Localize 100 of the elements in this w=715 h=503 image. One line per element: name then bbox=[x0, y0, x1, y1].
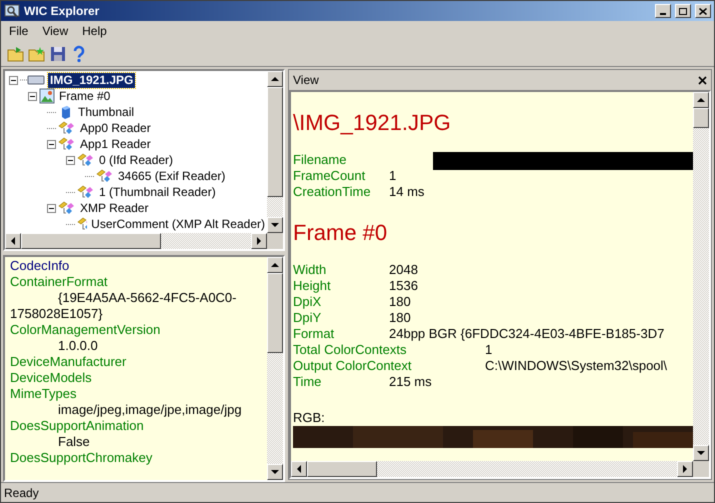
menu-item[interactable]: Help bbox=[76, 22, 113, 40]
property-name: Width bbox=[293, 262, 328, 278]
menu-item[interactable]: View bbox=[36, 22, 74, 40]
magnifier-icon bbox=[4, 3, 20, 19]
scroll-thumb[interactable] bbox=[307, 461, 377, 477]
scroll-button[interactable] bbox=[267, 257, 283, 273]
property-name: ContainerFormat bbox=[10, 274, 109, 290]
scroll-button[interactable] bbox=[267, 71, 283, 87]
expander-toggle[interactable] bbox=[47, 140, 56, 148]
left-arrow-icon bbox=[9, 236, 17, 246]
tree-item[interactable]: XMP Reader bbox=[78, 200, 150, 216]
property-name: DeviceManufacturer bbox=[10, 354, 128, 370]
tree-item[interactable]: 34665 (Exif Reader) bbox=[116, 168, 228, 184]
up-arrow-icon bbox=[270, 75, 280, 83]
minus-icon bbox=[11, 78, 16, 82]
tree-item[interactable]: Frame #0 bbox=[57, 88, 112, 104]
expander-toggle[interactable] bbox=[47, 204, 56, 212]
reader-icon bbox=[77, 152, 95, 168]
property-name: FrameCount bbox=[293, 168, 366, 184]
property-name: DoesSupportAnimation bbox=[10, 418, 145, 434]
property-value: 2048 bbox=[389, 262, 418, 278]
reader-icon bbox=[58, 120, 76, 136]
property-value: 215 ms bbox=[389, 374, 432, 390]
section-heading: \IMG_1921.JPG bbox=[293, 110, 452, 136]
scroll-thumb[interactable] bbox=[267, 87, 283, 197]
minus-icon bbox=[30, 94, 35, 98]
scroll-button[interactable] bbox=[5, 233, 21, 249]
property-value: 1 bbox=[485, 342, 492, 358]
right-arrow-icon bbox=[681, 464, 689, 474]
property-name: ColorManagementVersion bbox=[10, 322, 162, 338]
scroll-button[interactable] bbox=[677, 461, 693, 477]
image-label: RGB: bbox=[293, 410, 326, 426]
property-value: 1 bbox=[389, 168, 396, 184]
reader-icon bbox=[58, 136, 76, 152]
property-value: 180 bbox=[389, 310, 411, 326]
property-name: Height bbox=[293, 278, 332, 294]
property-value: 14 ms bbox=[389, 184, 424, 200]
tree-item[interactable]: App1 Reader bbox=[78, 136, 153, 152]
property-name: Total ColorContexts bbox=[293, 342, 408, 358]
down-arrow-icon bbox=[696, 449, 706, 457]
down-arrow-icon bbox=[270, 221, 280, 229]
property-name: DpiX bbox=[293, 294, 322, 310]
tree-item[interactable]: Thumbnail bbox=[76, 104, 136, 120]
menu-item[interactable]: File bbox=[3, 22, 34, 40]
property-name: DoesSupportChromakey bbox=[10, 450, 154, 466]
expander-toggle[interactable] bbox=[66, 156, 75, 164]
minus-icon bbox=[49, 142, 54, 146]
property-value: 180 bbox=[389, 294, 411, 310]
up-arrow-icon bbox=[270, 261, 280, 269]
scroll-button[interactable] bbox=[267, 464, 283, 480]
scroll-thumb[interactable] bbox=[21, 233, 161, 249]
right-arrow-icon bbox=[255, 236, 263, 246]
folder-star-icon[interactable] bbox=[28, 44, 46, 62]
section-heading: Frame #0 bbox=[293, 220, 388, 246]
drive-icon bbox=[20, 73, 46, 87]
down-arrow-icon bbox=[270, 468, 280, 476]
property-name: CreationTime bbox=[293, 184, 372, 200]
tree-item[interactable]: UserComment (XMP Alt Reader) bbox=[89, 216, 267, 232]
property-name: DpiY bbox=[293, 310, 322, 326]
scroll-button[interactable] bbox=[267, 217, 283, 233]
expander-toggle[interactable] bbox=[9, 76, 18, 84]
property-name: Output ColorContext bbox=[293, 358, 413, 374]
property-value: 1536 bbox=[389, 278, 418, 294]
minus-icon bbox=[49, 206, 54, 210]
reader-icon bbox=[96, 168, 114, 184]
property-value: image/jpeg,image/jpe,image/jpg bbox=[57, 402, 243, 418]
property-name: Format bbox=[293, 326, 336, 342]
category-heading: CodecInfo bbox=[10, 258, 70, 274]
scroll-button[interactable] bbox=[693, 445, 709, 461]
tree-item[interactable]: IMG_1921.JPG bbox=[48, 72, 136, 88]
panel-title: View bbox=[293, 72, 320, 89]
property-name: MimeTypes bbox=[10, 386, 78, 402]
property-name: DeviceModels bbox=[10, 370, 93, 386]
scrollbar-corner bbox=[693, 461, 709, 477]
expander-toggle[interactable] bbox=[28, 92, 37, 100]
tree-item[interactable]: 1 (Thumbnail Reader) bbox=[97, 184, 218, 200]
close-icon bbox=[699, 8, 707, 14]
property-value: C:\WINDOWS\System32\spool\ bbox=[485, 358, 668, 374]
scrollbar-corner bbox=[267, 233, 283, 249]
scroll-button[interactable] bbox=[693, 92, 709, 108]
property-value: 1.0.0.0 bbox=[57, 338, 99, 354]
property-value: 24bpp BGR {6FDDC324-4E03-4BFE-B185-3D7 bbox=[389, 326, 664, 342]
maximize-button[interactable] bbox=[675, 4, 691, 18]
scroll-thumb[interactable] bbox=[267, 273, 283, 353]
left-arrow-icon bbox=[295, 464, 303, 474]
window-title: WIC Explorer bbox=[24, 3, 100, 20]
scroll-thumb[interactable] bbox=[693, 108, 709, 128]
property-value: False bbox=[57, 434, 91, 450]
tree-item[interactable]: 0 (Ifd Reader) bbox=[97, 152, 176, 168]
picture-icon bbox=[39, 88, 55, 104]
minimize-button[interactable] bbox=[655, 4, 671, 18]
scroll-button[interactable] bbox=[251, 233, 267, 249]
close-icon[interactable] bbox=[698, 76, 707, 84]
minus-icon bbox=[68, 158, 73, 162]
tree-item[interactable]: App0 Reader bbox=[78, 120, 153, 136]
status-text: Ready bbox=[4, 484, 39, 502]
close-button[interactable] bbox=[695, 4, 711, 18]
property-name: Time bbox=[293, 374, 322, 390]
maximize-icon bbox=[679, 8, 687, 14]
scroll-button[interactable] bbox=[291, 461, 307, 477]
